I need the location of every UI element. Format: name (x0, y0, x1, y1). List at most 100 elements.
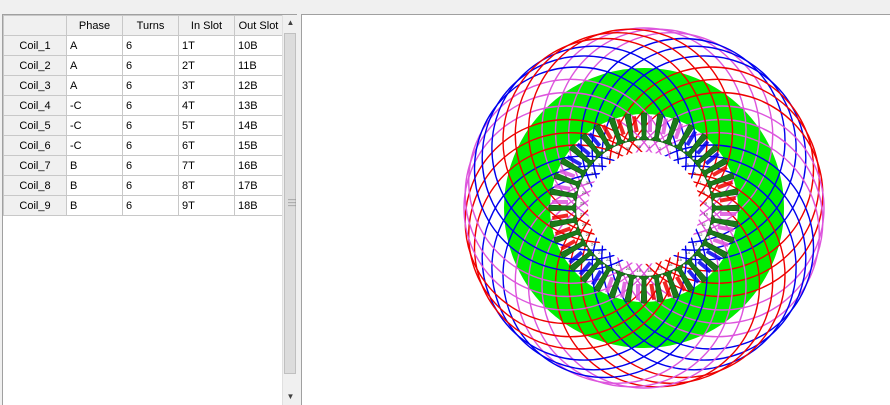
cell-out-slot[interactable]: 12B (234, 75, 283, 96)
stator-winding-diagram: 1 234567891011121314151617181920212223242… (463, 27, 825, 389)
slot-number-label: 18 (647, 268, 652, 273)
slot-number-label: 32 (598, 162, 603, 167)
slot-number-label: 4 (678, 155, 681, 160)
slot-conductor (648, 116, 652, 132)
cell-in-slot[interactable]: 2T (178, 55, 235, 76)
slot-conductor (720, 212, 736, 216)
slot-number-label: 19 (636, 268, 641, 273)
slot-number-label: 31 (591, 170, 596, 175)
arrow-down-icon[interactable]: ▼ (283, 389, 297, 405)
row-header[interactable]: Coil_5 (3, 115, 67, 136)
cell-in-slot[interactable]: 5T (178, 115, 235, 136)
table-vertical-scrollbar[interactable]: ▲ — — — ▼ (282, 15, 297, 405)
cell-in-slot[interactable]: 3T (178, 75, 235, 96)
cell-turns[interactable]: 6 (122, 135, 179, 156)
row-header[interactable]: Coil_6 (3, 135, 67, 156)
corner-header[interactable] (3, 15, 67, 36)
slot-number-label: 34 (616, 150, 621, 155)
cell-phase[interactable]: -C (66, 115, 123, 136)
row-header[interactable]: Coil_4 (3, 95, 67, 116)
cell-in-slot[interactable]: 8T (178, 175, 235, 196)
slot-number-label: 11 (702, 222, 707, 227)
cell-in-slot[interactable]: 4T (178, 95, 235, 116)
cell-phase[interactable]: A (66, 75, 123, 96)
slot-number-label: 24 (591, 242, 596, 247)
slot-conductor (552, 200, 568, 204)
cell-turns[interactable]: 6 (122, 35, 179, 56)
table-row[interactable]: Coil_2 A 6 2T 11B (3, 55, 283, 76)
slot-number-label: 29 (582, 190, 587, 195)
stator-tooth (660, 269, 680, 299)
stator-tooth (608, 117, 628, 147)
slot-number-label: 21 (616, 262, 621, 267)
slot-number-label: 28 (580, 201, 585, 206)
cell-out-slot[interactable]: 13B (234, 95, 283, 116)
cell-out-slot[interactable]: 15B (234, 135, 283, 156)
cell-phase[interactable]: B (66, 195, 123, 216)
cell-in-slot[interactable]: 9T (178, 195, 235, 216)
table-row[interactable]: Coil_7 B 6 7T 16B (3, 155, 283, 176)
scrollbar-thumb[interactable]: — — — (284, 33, 296, 374)
coil-table: Phase Turns In Slot Out Slot Coil_1 A 6 1T 1… (3, 15, 283, 216)
cell-in-slot[interactable]: 6T (178, 135, 235, 156)
slot-number-label: 35 (626, 146, 631, 151)
cell-phase[interactable]: B (66, 155, 123, 176)
cell-out-slot[interactable]: 10B (234, 35, 283, 56)
slot-number-label: 22 (606, 257, 611, 262)
column-header-turns[interactable]: Turns (122, 15, 179, 36)
row-header[interactable]: Coil_7 (3, 155, 67, 176)
cell-phase[interactable]: -C (66, 95, 123, 116)
table-row[interactable]: Coil_8 B 6 8T 17B (3, 175, 283, 196)
table-row[interactable]: Coil_4 -C 6 4T 13B (3, 95, 283, 116)
slot-conductor (636, 284, 640, 300)
cell-turns[interactable]: 6 (122, 195, 179, 216)
cell-in-slot[interactable]: 7T (178, 155, 235, 176)
slot-number-label: 36 (636, 144, 641, 149)
cell-turns[interactable]: 6 (122, 95, 179, 116)
column-header-in-slot[interactable]: In Slot (178, 15, 235, 36)
row-header[interactable]: Coil_3 (3, 75, 67, 96)
slot-number-label: 20 (626, 266, 631, 271)
row-header[interactable]: Coil_8 (3, 175, 67, 196)
slot-number-label: 12 (698, 232, 703, 237)
cell-phase[interactable]: B (66, 175, 123, 196)
row-header[interactable]: Coil_1 (3, 35, 67, 56)
cell-phase[interactable]: A (66, 55, 123, 76)
cell-out-slot[interactable]: 14B (234, 115, 283, 136)
slot-number-label: 26 (582, 222, 587, 227)
stator-tooth (553, 224, 583, 244)
slot-number-label: 15 (677, 257, 682, 262)
cell-turns[interactable]: 6 (122, 75, 179, 96)
slot-number-label: 23 (598, 250, 603, 255)
slot-number-label: 33 (606, 155, 611, 160)
slot-number-label: 25 (586, 232, 591, 237)
column-header-out-slot[interactable]: Out Slot (234, 15, 283, 36)
table-row[interactable]: Coil_6 -C 6 6T 15B (3, 135, 283, 156)
grip-icon: — — — (288, 195, 296, 210)
cell-out-slot[interactable]: 11B (234, 55, 283, 76)
cell-out-slot[interactable]: 16B (234, 155, 283, 176)
slot-number-label: 10 (704, 211, 709, 216)
cell-out-slot[interactable]: 17B (234, 175, 283, 196)
table-row[interactable]: Coil_5 -C 6 5T 14B (3, 115, 283, 136)
cell-phase[interactable]: A (66, 35, 123, 56)
cell-turns[interactable]: 6 (122, 115, 179, 136)
arrow-up-icon[interactable]: ▲ (283, 15, 297, 31)
row-header[interactable]: Coil_9 (3, 195, 67, 216)
coil-table-panel: Phase Turns In Slot Out Slot Coil_1 A 6 1T 1… (2, 14, 297, 405)
stator-tooth (705, 172, 735, 192)
cell-turns[interactable]: 6 (122, 175, 179, 196)
cell-in-slot[interactable]: 1T (178, 35, 235, 56)
slot-number-label: 17 (658, 266, 663, 271)
cell-out-slot[interactable]: 18B (234, 195, 283, 216)
cell-phase[interactable]: -C (66, 135, 123, 156)
table-row[interactable]: Coil_9 B 6 9T 18B (3, 195, 283, 216)
table-row[interactable]: Coil_1 A 6 1T 10B (3, 35, 283, 56)
slot-number-label: 14 (686, 250, 691, 255)
cell-turns[interactable]: 6 (122, 55, 179, 76)
slot-number-label: 13 (693, 242, 698, 247)
cell-turns[interactable]: 6 (122, 155, 179, 176)
column-header-phase[interactable]: Phase (66, 15, 123, 36)
row-header[interactable]: Coil_2 (3, 55, 67, 76)
table-row[interactable]: Coil_3 A 6 3T 12B (3, 75, 283, 96)
